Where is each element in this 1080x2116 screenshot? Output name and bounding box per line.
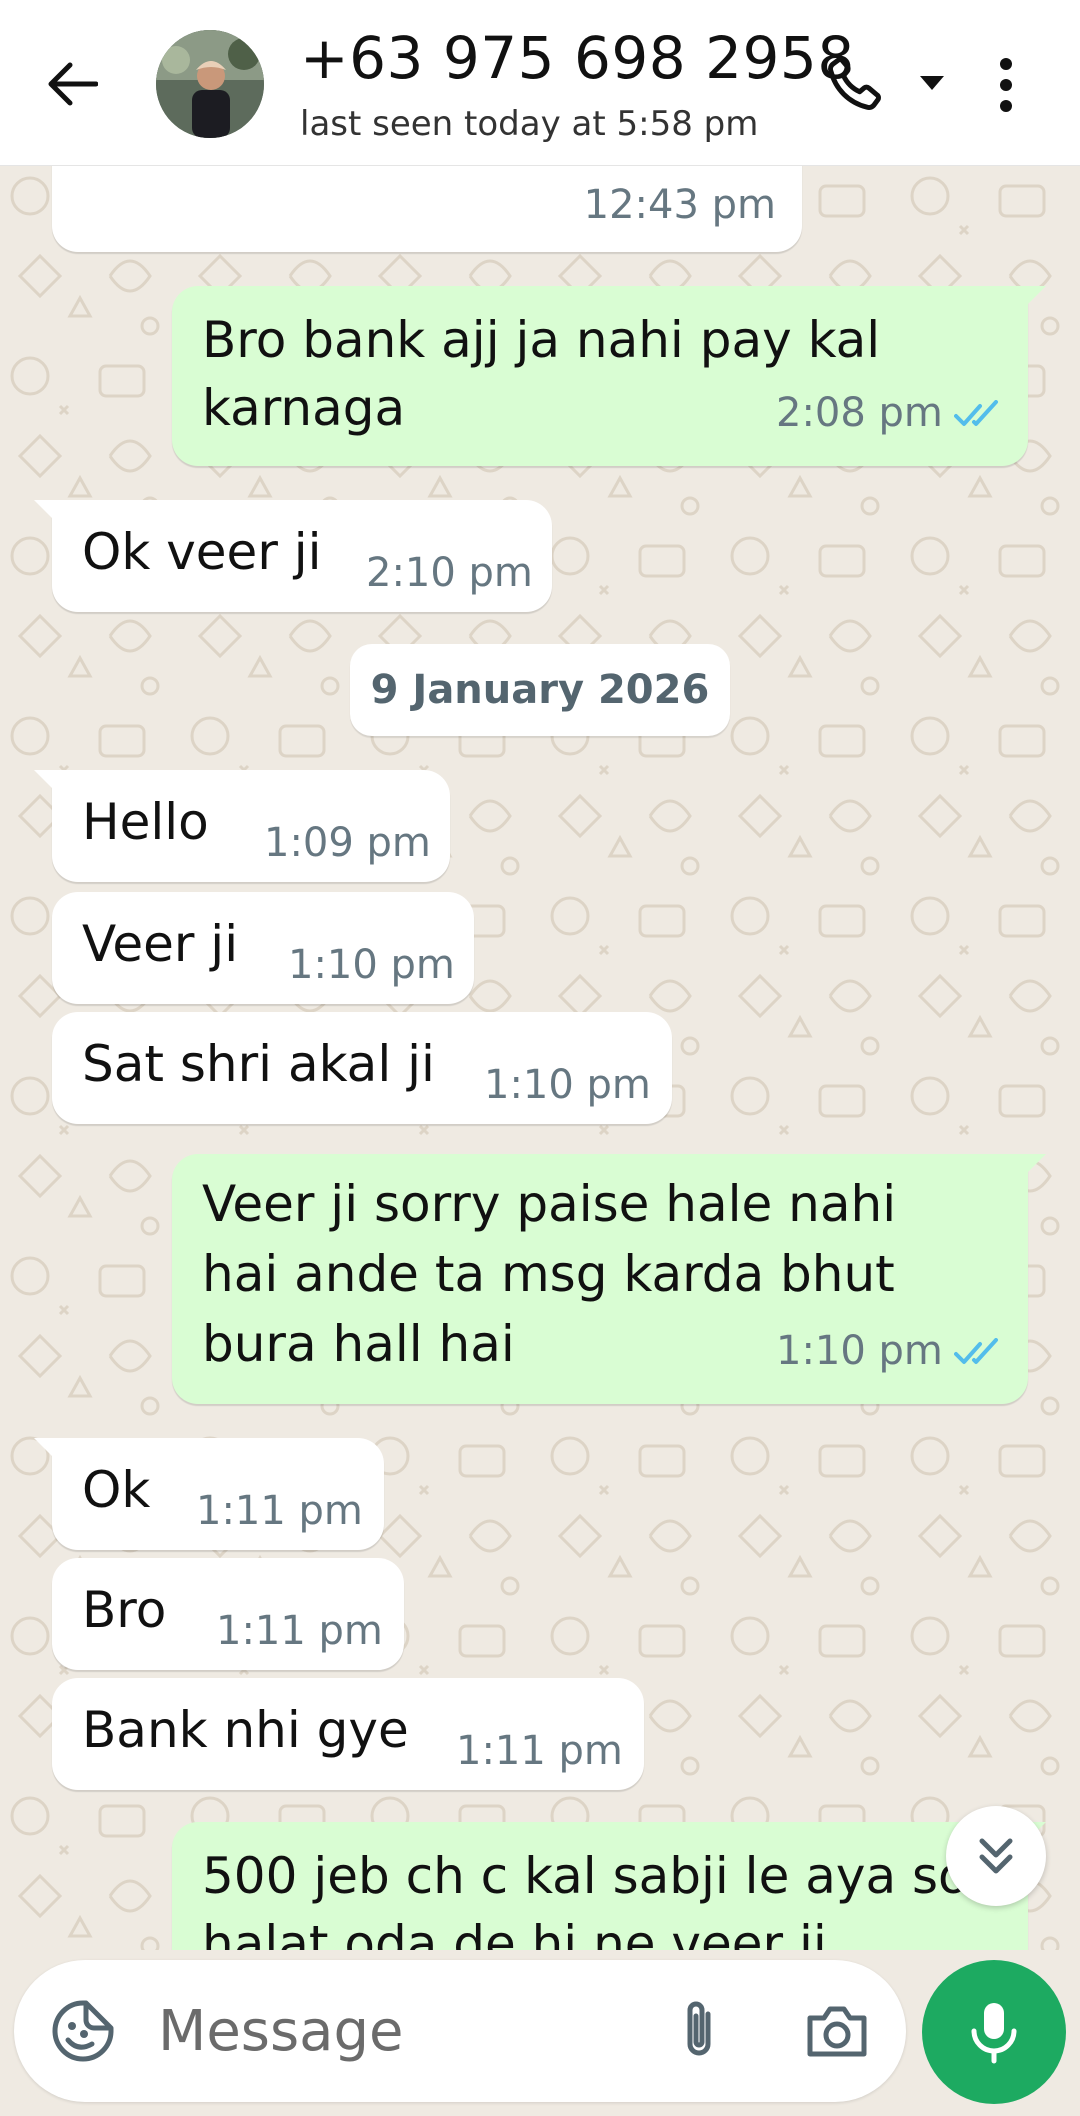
message-text: karnaga xyxy=(202,379,406,437)
sticker-icon xyxy=(52,2000,114,2062)
attach-button[interactable] xyxy=(664,1996,734,2066)
message-time: 1:10 pm xyxy=(288,942,455,988)
message-bubble-incoming[interactable]: Bank nhi gye 1:11 pm xyxy=(52,1678,644,1790)
contact-name[interactable]: +63 975 698 2958 xyxy=(300,24,855,92)
message-text: Ok veer ji xyxy=(82,523,322,581)
message-time: 2:08 pm xyxy=(776,390,943,436)
read-receipt-icon xyxy=(954,400,998,426)
message-time: 12:43 pm xyxy=(583,182,776,228)
message-time: 1:10 pm xyxy=(484,1062,651,1108)
message-time: 1:11 pm xyxy=(456,1728,623,1774)
message-bubble-incoming[interactable]: Ok veer ji 2:10 pm xyxy=(34,500,552,612)
message-composer xyxy=(14,1960,906,2102)
message-bubble-incoming[interactable]: Ok 1:11 pm xyxy=(34,1438,384,1550)
chat-area[interactable]: 12:43 pm Bro bank ajj ja nahi pay kal ka… xyxy=(0,166,1080,1950)
more-vert-icon xyxy=(1000,58,1012,112)
more-options-button[interactable] xyxy=(986,52,1026,118)
message-text: Sat shri akal ji xyxy=(82,1035,435,1093)
message-bubble-incoming[interactable]: 12:43 pm xyxy=(52,166,802,252)
last-seen-status: last seen today at 5:58 pm xyxy=(300,104,759,144)
chat-header: +63 975 698 2958 last seen today at 5:58… xyxy=(0,0,1080,166)
phone-icon xyxy=(828,55,881,110)
chevron-double-down-icon xyxy=(979,1838,1013,1874)
message-bubble-incoming[interactable]: Veer ji 1:10 pm xyxy=(52,892,474,1004)
message-text: 500 jeb ch c kal sabji le aya so xyxy=(202,1847,969,1905)
message-text: Veer ji xyxy=(82,915,239,973)
message-time: 1:11 pm xyxy=(216,1608,383,1654)
message-input[interactable] xyxy=(158,1990,658,2072)
call-options-dropdown[interactable] xyxy=(910,60,954,104)
message-time: 2:10 pm xyxy=(366,550,533,596)
message-bubble-outgoing[interactable]: 500 jeb ch c kal sabji le aya so halat o… xyxy=(172,1822,1028,1950)
message-text: Bro xyxy=(82,1581,167,1639)
message-text: Bank nhi gye xyxy=(82,1701,409,1759)
message-text: hai ande ta msg karda bhut xyxy=(202,1245,895,1303)
avatar[interactable] xyxy=(156,30,264,138)
message-text: bura hall hai xyxy=(202,1315,515,1373)
message-time: 1:11 pm xyxy=(196,1488,363,1534)
paperclip-icon xyxy=(687,2001,711,2056)
date-separator: 9 January 2026 xyxy=(350,644,730,736)
message-text: Hello xyxy=(82,793,209,851)
scroll-to-bottom-button[interactable] xyxy=(946,1806,1046,1906)
voice-call-button[interactable] xyxy=(822,50,888,116)
back-arrow-icon xyxy=(48,62,98,106)
message-text: Veer ji sorry paise hale nahi xyxy=(202,1175,897,1233)
message-bubble-outgoing[interactable]: Bro bank ajj ja nahi pay kal karnaga 2:0… xyxy=(172,286,1046,466)
mic-icon xyxy=(971,2003,1017,2064)
message-time: 1:10 pm xyxy=(776,1328,943,1374)
voice-message-button[interactable] xyxy=(922,1960,1066,2104)
message-bubble-outgoing[interactable]: Veer ji sorry paise hale nahi hai ande t… xyxy=(172,1154,1046,1404)
sticker-button[interactable] xyxy=(50,1998,116,2064)
caret-down-icon xyxy=(920,76,944,90)
back-button[interactable] xyxy=(36,48,108,120)
message-text: Ok xyxy=(82,1461,151,1519)
camera-button[interactable] xyxy=(802,1998,872,2064)
message-bubble-incoming[interactable]: Bro 1:11 pm xyxy=(52,1558,404,1670)
message-bubble-incoming[interactable]: Hello 1:09 pm xyxy=(34,770,450,882)
message-text: Bro bank ajj ja nahi pay kal xyxy=(202,311,881,369)
message-time: 1:09 pm xyxy=(264,820,431,866)
camera-icon xyxy=(807,2006,867,2057)
message-text: halat oda de hi ne veer ji xyxy=(202,1915,827,1950)
message-bubble-incoming[interactable]: Sat shri akal ji 1:10 pm xyxy=(52,1012,672,1124)
read-receipt-icon xyxy=(954,1338,998,1364)
